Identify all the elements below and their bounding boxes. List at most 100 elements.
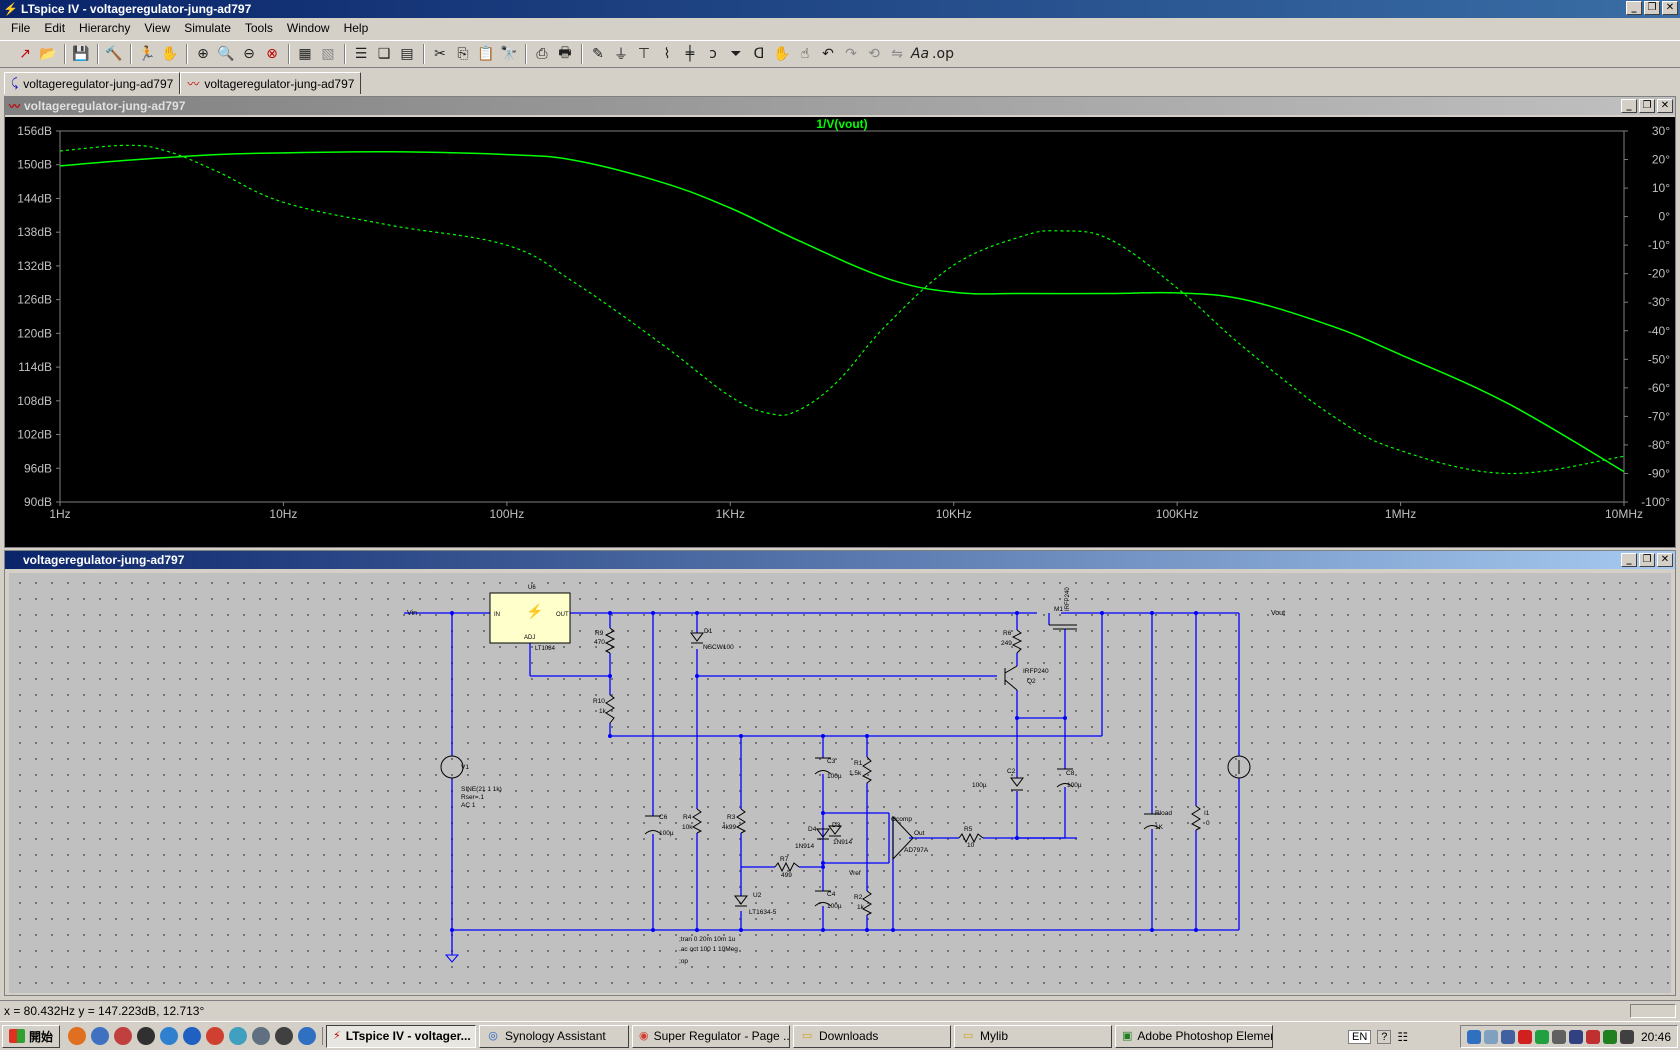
zoom-fit-icon[interactable]: ⊗ <box>261 43 283 65</box>
tray-flag-icon[interactable] <box>1568 1029 1583 1044</box>
schematic-drawing[interactable]: ⚡ IN OUT ADJ U6 LT1084 Vin Vout R9 470 R… <box>9 573 1671 993</box>
zoom-out-icon[interactable]: ⊖ <box>238 43 260 65</box>
run-icon[interactable]: 🏃 <box>136 43 158 65</box>
y-tick-label-right: -40° <box>1648 324 1670 338</box>
open-icon[interactable]: 📂 <box>37 43 59 65</box>
phone-icon[interactable] <box>252 1027 271 1045</box>
resistor-icon[interactable]: ⌇ <box>656 43 678 65</box>
tile-horizontal-icon[interactable]: ☰ <box>350 43 372 65</box>
bode-plot[interactable]: 1/V(vout) 1Hz 10Hz 100Hz 1KHz 10KHz 100KHz 1MHz… <box>5 117 1675 547</box>
tile-vertical-icon[interactable]: ▤ <box>396 43 418 65</box>
rotate-icon[interactable]: ⟲ <box>863 43 885 65</box>
minimize-button[interactable]: _ <box>1626 1 1642 15</box>
player-icon[interactable] <box>137 1027 156 1045</box>
firefox-icon[interactable] <box>68 1027 87 1045</box>
move-icon[interactable]: ✋ <box>771 43 793 65</box>
tray-alert-icon[interactable] <box>1585 1029 1600 1044</box>
task-ltspice[interactable]: ⚡ LTspice IV - voltager... <box>326 1024 477 1048</box>
tool-icon[interactable] <box>275 1027 294 1045</box>
plot-pane[interactable]: 1/V(vout) 1Hz 10Hz 100Hz 1KHz 10KHz 100KHz 1MHz… <box>5 117 1675 547</box>
tray-app-icon[interactable] <box>1517 1029 1532 1044</box>
control-panel-icon[interactable]: 🔨 <box>103 43 125 65</box>
tab-schematic[interactable]: ⤹ voltageregulator-jung-ad797 <box>4 72 181 94</box>
tray-monitor-icon[interactable] <box>1500 1029 1515 1044</box>
tray-sync-icon[interactable] <box>1534 1029 1549 1044</box>
menu-view[interactable]: View <box>137 21 177 35</box>
schematic-window-title[interactable]: voltageregulator-jung-ad797 _ ❐ ✕ <box>5 551 1675 569</box>
paste-icon[interactable]: 📋 <box>475 43 497 65</box>
python-icon[interactable] <box>298 1027 317 1045</box>
wire-icon[interactable]: ✎ <box>587 43 609 65</box>
task-photoshop[interactable]: ▣ Adobe Photoshop Elements <box>1115 1024 1274 1048</box>
tray-display-icon[interactable] <box>1483 1029 1498 1044</box>
menu-hierarchy[interactable]: Hierarchy <box>72 21 137 35</box>
diode-icon[interactable]: ⏷ <box>725 43 747 65</box>
menu-window[interactable]: Window <box>280 21 337 35</box>
waveform-close-button[interactable]: ✕ <box>1657 99 1673 113</box>
find-icon[interactable]: 🔭 <box>498 43 520 65</box>
menu-edit[interactable]: Edit <box>37 21 72 35</box>
schematic-close-button[interactable]: ✕ <box>1657 553 1673 567</box>
desktop-icon[interactable] <box>229 1027 248 1045</box>
c8-ref: Rload <box>1155 810 1172 817</box>
print-setup-icon[interactable]: ⎙ <box>531 43 553 65</box>
tab-waveform[interactable]: 〰 voltageregulator-jung-ad797 <box>180 72 362 94</box>
tray-volume-icon[interactable] <box>1619 1029 1634 1044</box>
media-icon[interactable] <box>114 1027 133 1045</box>
drag-icon[interactable]: ☝ <box>794 43 816 65</box>
inductor-icon[interactable]: ↄ <box>702 43 724 65</box>
menu-simulate[interactable]: Simulate <box>177 21 238 35</box>
text-icon[interactable]: Aa <box>909 43 931 65</box>
language-indicator[interactable]: EN <box>1348 1029 1372 1044</box>
zoom-in-icon[interactable]: ⊕ <box>192 43 214 65</box>
restore-button[interactable]: ❐ <box>1644 1 1660 15</box>
halt-icon[interactable]: ✋ <box>159 43 181 65</box>
tray-network-icon[interactable] <box>1466 1029 1481 1044</box>
mirror-icon[interactable]: ⇋ <box>886 43 908 65</box>
waveform-minimize-button[interactable]: _ <box>1621 99 1637 113</box>
chrome-icon[interactable] <box>206 1027 225 1045</box>
waveform-window-title[interactable]: 〰 voltageregulator-jung-ad797 _ ❐ ✕ <box>5 97 1675 115</box>
spice-directive-icon[interactable]: .op <box>932 43 954 65</box>
autorange-icon[interactable]: ▦ <box>294 43 316 65</box>
cut-icon[interactable]: ✂ <box>429 43 451 65</box>
tray-tool-icon[interactable] <box>1551 1029 1566 1044</box>
copy-icon[interactable]: ⎘ <box>452 43 474 65</box>
ground-icon[interactable]: ⏚ <box>610 43 632 65</box>
new-schematic-icon[interactable]: ↗ <box>14 43 36 65</box>
u2-value: LT1634-5 <box>749 909 777 916</box>
junctions <box>450 611 1198 932</box>
task-mylib[interactable]: ▭ Mylib <box>954 1024 1113 1048</box>
save-icon[interactable]: 💾 <box>70 43 92 65</box>
print-icon[interactable]: 🖶 <box>554 43 576 65</box>
close-button[interactable]: ✕ <box>1662 1 1678 15</box>
schematic-restore-button[interactable]: ❐ <box>1639 553 1655 567</box>
menu-file[interactable]: File <box>4 21 37 35</box>
options-icon[interactable]: ☷ <box>1397 1030 1408 1044</box>
waveform-zoom-icon[interactable]: ▧ <box>317 43 339 65</box>
help-icon[interactable]: ? <box>1377 1029 1392 1044</box>
schematic-minimize-button[interactable]: _ <box>1621 553 1637 567</box>
undo-icon[interactable]: ↶ <box>817 43 839 65</box>
app-icon[interactable] <box>91 1027 110 1045</box>
label-net-icon[interactable]: ⊤ <box>633 43 655 65</box>
task-synology[interactable]: ◎ Synology Assistant <box>479 1024 630 1048</box>
menu-tools[interactable]: Tools <box>238 21 280 35</box>
task-chrome[interactable]: ◉ Super Regulator - Page ... <box>632 1024 791 1048</box>
component-icon[interactable]: ᗡ <box>748 43 770 65</box>
y-tick-label-left: 96dB <box>24 461 52 475</box>
skype-icon[interactable] <box>160 1027 179 1045</box>
ie-icon[interactable] <box>183 1027 202 1045</box>
pan-icon[interactable]: 🔍 <box>215 43 237 65</box>
trace-title[interactable]: 1/V(vout) <box>816 117 867 131</box>
redo-icon[interactable]: ↷ <box>840 43 862 65</box>
synology-icon: ◎ <box>488 1029 498 1042</box>
waveform-restore-button[interactable]: ❐ <box>1639 99 1655 113</box>
cascade-icon[interactable]: ❏ <box>373 43 395 65</box>
schematic-canvas[interactable]: ⚡ IN OUT ADJ U6 LT1084 Vin Vout R9 470 R… <box>9 573 1671 993</box>
menu-help[interactable]: Help <box>337 21 376 35</box>
task-downloads[interactable]: ▭ Downloads <box>793 1024 952 1048</box>
tray-security-icon[interactable] <box>1602 1029 1617 1044</box>
start-button[interactable]: 開始 <box>2 1024 61 1048</box>
capacitor-icon[interactable]: ╪ <box>679 43 701 65</box>
